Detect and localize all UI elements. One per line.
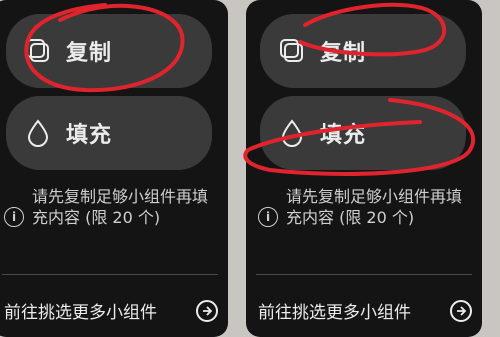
right-panel: 复制 填充 i 请先复制足够小组件再填充内容 (限 20 个) 前往挑选更多小组…: [246, 0, 482, 337]
hint-text: 请先复制足够小组件再填充内容 (限 20 个): [32, 187, 209, 227]
copy-label: 复制: [320, 41, 367, 66]
copy-label: 复制: [66, 41, 113, 66]
divider: [256, 274, 472, 275]
hint-note: i 请先复制足够小组件再填充内容 (限 20 个): [4, 186, 218, 228]
hint-note: i 请先复制足够小组件再填充内容 (限 20 个): [258, 186, 472, 228]
more-widgets-link[interactable]: 前往挑选更多小组件: [258, 298, 472, 323]
water-drop-icon: [278, 119, 306, 147]
copy-icon: [24, 37, 52, 65]
copy-button[interactable]: 复制: [6, 14, 212, 88]
more-widgets-label: 前往挑选更多小组件: [4, 303, 157, 323]
fill-button[interactable]: 填充: [260, 96, 466, 170]
more-widgets-link[interactable]: 前往挑选更多小组件: [4, 298, 218, 323]
info-icon: i: [4, 207, 24, 227]
arrow-right-circle-icon: [196, 299, 218, 322]
arrow-right-circle-icon: [450, 299, 472, 322]
copy-button[interactable]: 复制: [260, 14, 466, 88]
fill-label: 填充: [320, 123, 367, 148]
copy-icon: [278, 37, 306, 65]
info-icon: i: [258, 207, 278, 227]
water-drop-icon: [24, 119, 52, 147]
left-panel: 复制 填充 i 请先复制足够小组件再填充内容 (限 20 个) 前往挑选更多小组…: [0, 0, 228, 337]
fill-label: 填充: [66, 123, 113, 148]
hint-text: 请先复制足够小组件再填充内容 (限 20 个): [286, 187, 463, 227]
divider: [2, 274, 218, 275]
more-widgets-label: 前往挑选更多小组件: [258, 303, 411, 323]
fill-button[interactable]: 填充: [6, 96, 212, 170]
